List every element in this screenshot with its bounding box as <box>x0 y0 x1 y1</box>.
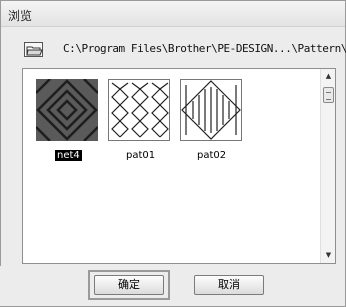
title-bar[interactable]: 浏览 <box>1 1 345 27</box>
dialog-footer <box>0 266 344 306</box>
item-label-pat02[interactable]: pat02 <box>197 150 226 161</box>
pat01-pattern-thumbnail[interactable] <box>108 79 170 141</box>
open-folder-icon[interactable] <box>24 42 43 57</box>
scroll-thumb[interactable] <box>323 87 334 103</box>
ok-button[interactable]: 确定 <box>94 275 164 295</box>
window-title: 浏览 <box>8 9 33 23</box>
cancel-button[interactable]: 取消 <box>194 275 264 295</box>
item-label-net4[interactable]: net4 <box>55 150 82 161</box>
folder-path: C:\Program Files\Brother\PE-DESIGN...\Pa… <box>63 42 346 55</box>
net4-pattern-thumbnail[interactable] <box>36 79 98 141</box>
vertical-scrollbar[interactable]: ▲ ▼ <box>320 69 335 263</box>
pat02-pattern-thumbnail[interactable] <box>180 79 242 141</box>
item-label-pat01[interactable]: pat01 <box>126 150 155 161</box>
scroll-up-arrow-icon[interactable]: ▲ <box>321 69 336 84</box>
scroll-down-arrow-icon[interactable]: ▼ <box>321 248 336 263</box>
